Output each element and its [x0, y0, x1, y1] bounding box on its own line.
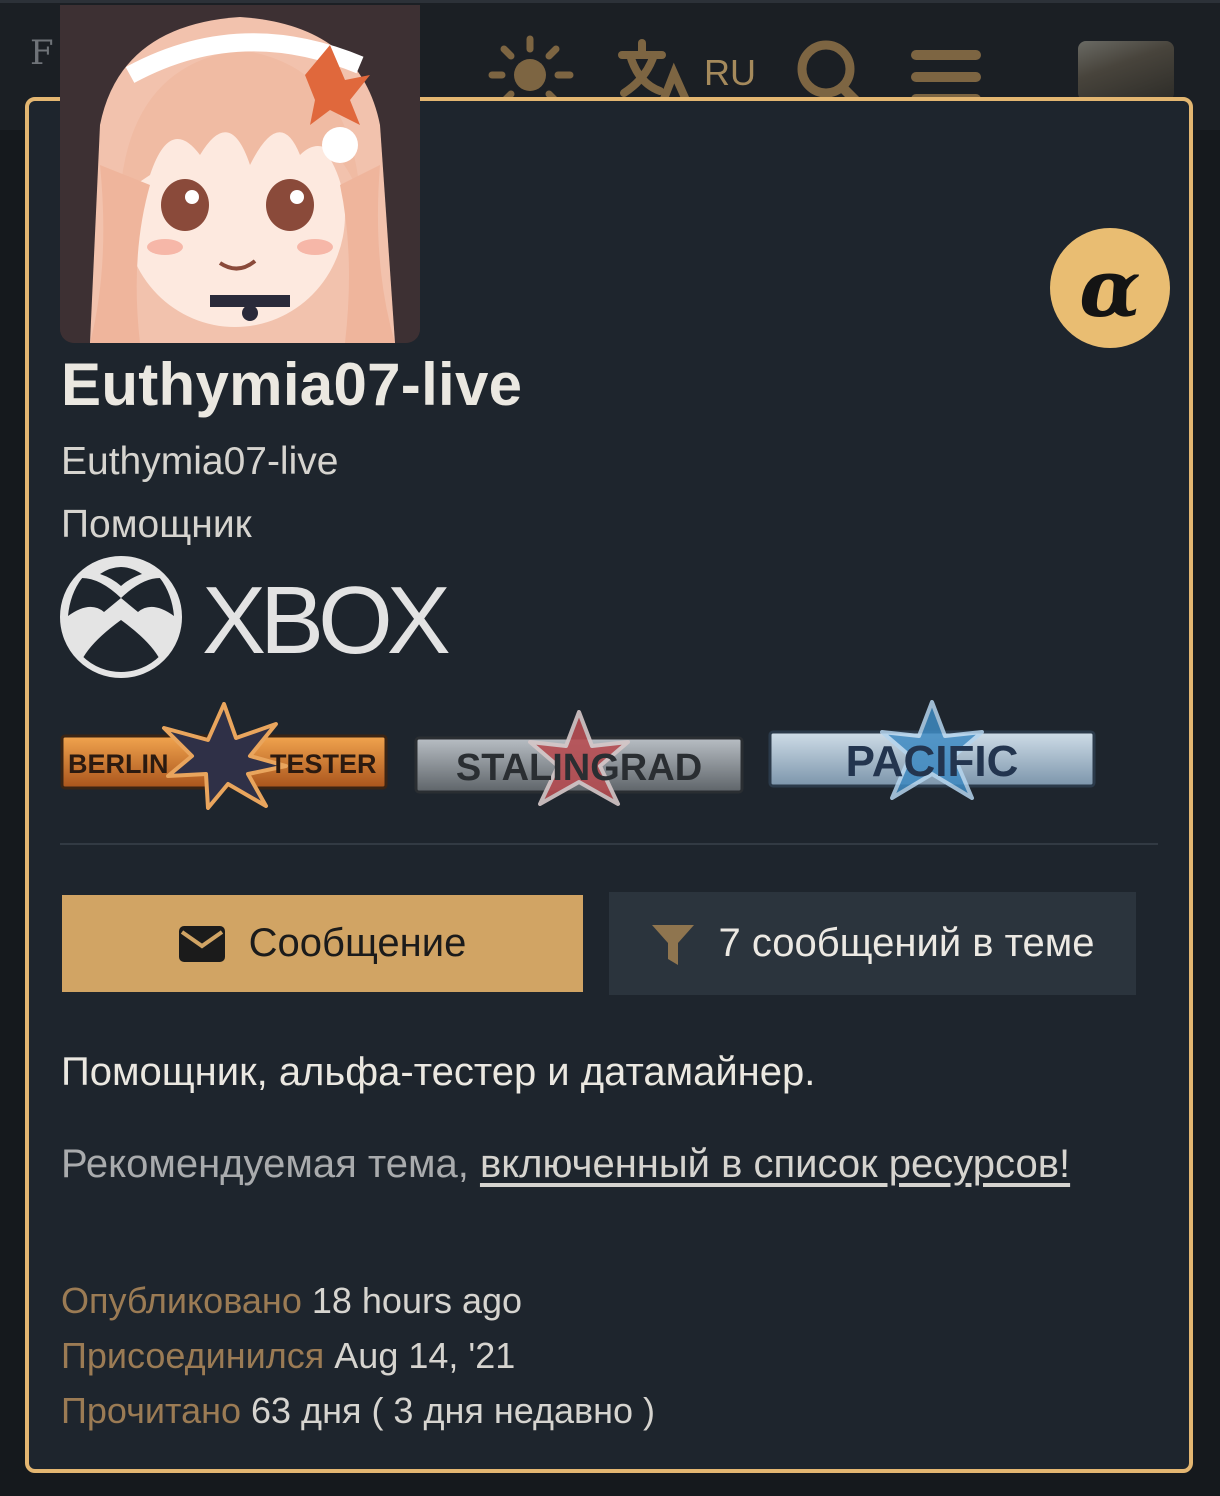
username: Euthymia07-live [61, 440, 339, 483]
featured-topic-link[interactable]: включенный в список ресурсов! [480, 1142, 1070, 1186]
filter-posts-label: 7 сообщений в теме [718, 921, 1095, 965]
language-label[interactable]: RU [704, 52, 756, 94]
message-button-label: Сообщение [248, 921, 467, 965]
envelope-icon [178, 925, 225, 962]
platform-logo: XBOX [60, 556, 470, 680]
featured-topic-prefix: Рекомендуемая тема, [61, 1142, 480, 1186]
divider [60, 843, 1158, 845]
meta-read-time-value: 63 дня ( 3 дня недавно ) [251, 1390, 655, 1431]
xbox-icon [60, 556, 182, 678]
meta-read-time-label: Прочитано [61, 1390, 241, 1431]
flair-tester-label: TESTER [270, 749, 377, 779]
flair-pacific: PACIFIC [768, 700, 1096, 810]
alpha-tester-badge[interactable]: α [1050, 228, 1170, 348]
xbox-wordmark: XBOX [202, 567, 451, 674]
flair-berlin-label: BERLIN [68, 749, 169, 779]
site-logo[interactable]: F [30, 33, 54, 73]
meta-posted-label: Опубликовано [61, 1280, 302, 1321]
flair-berlin-tester: BERLIN TESTER [60, 702, 388, 812]
message-button[interactable]: Сообщение [62, 895, 583, 992]
filter-icon [652, 924, 695, 965]
user-bio: Помощник, альфа-тестер и датамайнер. [61, 1050, 816, 1094]
display-name[interactable]: Euthymia07-live [61, 350, 522, 419]
featured-topic: Рекомендуемая тема, включенный в список … [61, 1133, 1141, 1195]
meta-posted-value: 18 hours ago [311, 1280, 523, 1321]
flair-stalingrad: STALINGRAD [414, 708, 744, 818]
current-user-avatar[interactable] [1078, 41, 1174, 101]
user-title: Помощник [61, 503, 252, 546]
meta-joined: Присоединился Aug 14, '21 [61, 1335, 515, 1377]
meta-read-time: Прочитано 63 дня ( 3 дня недавно ) [61, 1390, 655, 1432]
meta-joined-label: Присоединился [61, 1335, 325, 1376]
filter-posts-button[interactable]: 7 сообщений в теме [609, 892, 1136, 995]
user-avatar[interactable] [60, 5, 420, 343]
flair-stalingrad-label: STALINGRAD [456, 747, 702, 789]
meta-posted: Опубликовано 18 hours ago [61, 1280, 522, 1322]
meta-joined-value: Aug 14, '21 [334, 1335, 516, 1376]
flair-pacific-label: PACIFIC [846, 737, 1019, 786]
